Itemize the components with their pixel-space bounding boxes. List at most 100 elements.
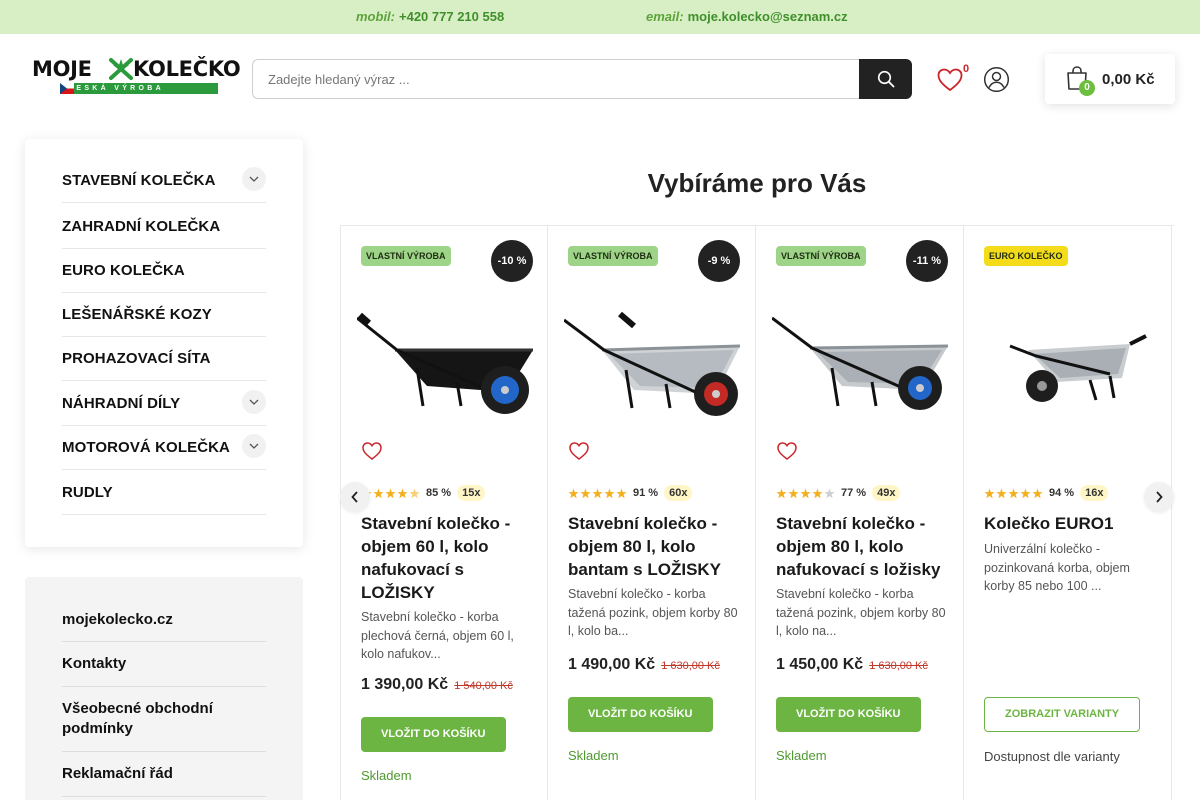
product-rating: 77 % 49x [776,484,901,502]
cart-count-badge: 0 [1079,80,1095,96]
sidebar-item-nahradni-dily[interactable]: NÁHRADNÍ DÍLY [62,382,266,426]
info-links-box: mojekolecko.cz Kontakty Všeobecné obchod… [25,577,303,800]
price-current: 1 450,00 Kč [776,656,864,673]
discount-badge: -9 % [698,240,740,282]
sidebar-item-zahradni-kolecka[interactable]: ZAHRADNÍ KOLEČKA [62,205,266,249]
info-link-terms[interactable]: Všeobecné obchodní podmínky [62,699,266,752]
favorite-heart-icon[interactable] [776,440,798,462]
star-icon [800,488,811,498]
category-label: STAVEBNÍ KOLEČKA [62,172,216,189]
search-button[interactable] [859,59,912,99]
star-icon [788,488,799,498]
product-description: Stavební kolečko - korba tažená pozink, … [568,587,738,638]
price-current: 1 490,00 Kč [568,656,656,673]
price-old: 1 630,00 Kč [661,660,720,672]
section-title: Vybíráme pro Vás [647,168,867,198]
product-card[interactable]: VLASTNÍ VÝROBA -10 % 85 % 15x Stavební k… [340,226,548,800]
star-icon [996,488,1007,498]
category-label: ZAHRADNÍ KOLEČKA [62,218,221,235]
sidebar-item-prohazovaci-sita[interactable]: PROHAZOVACÍ SÍTA [62,337,266,381]
category-label: RUDLY [62,484,113,501]
product-name[interactable]: Stavební kolečko - objem 60 l, kolo nafu… [361,512,537,604]
user-account-icon[interactable] [983,66,1010,93]
add-to-cart-button[interactable]: VLOŽIT DO KOŠÍKU [568,697,713,732]
favorite-heart-icon[interactable] [568,440,590,462]
product-card[interactable]: EURO KOLEČKO 94 % 16x Kolečko EURO1 Univ… [964,226,1172,800]
product-name[interactable]: Kolečko EURO1 [984,512,1160,535]
logo-word-kolecko: KOLEČKO [133,57,241,81]
sidebar-item-motorova-kolecka[interactable]: MOTOROVÁ KOLEČKA [62,426,266,470]
star-icon [373,488,384,498]
product-name[interactable]: Stavební kolečko - objem 80 l, kolo nafu… [776,512,952,581]
product-price: 1 490,00 Kč 1 630,00 Kč [568,656,720,674]
show-variants-button[interactable]: ZOBRAZIT VARIANTY [984,697,1141,732]
chevron-down-icon[interactable] [242,167,266,191]
product-tag: EURO KOLEČKO [984,246,1068,266]
wheelbarrow-galvanized-blue-wheel-icon[interactable] [772,306,948,416]
review-count: 60x [664,485,693,501]
sidebar-item-lesenarske-kozy[interactable]: LEŠENÁŘSKÉ KOZY [62,293,266,337]
czech-flag-icon [60,83,74,94]
info-link-label: Reklamační řád [62,765,173,782]
wishlist-count: 0 [963,63,970,75]
chevron-down-icon[interactable] [242,390,266,414]
price-old: 1 540,00 Kč [454,680,513,692]
product-tag: VLASTNÍ VÝROBA [568,246,658,266]
review-count: 16x [1080,485,1109,501]
site-logo[interactable]: MOJE KOLEČKO ČESKÁ VÝROBA [32,57,241,97]
product-card[interactable]: VLASTNÍ VÝROBA -9 % 91 % 60x Stavební ko… [548,226,756,800]
product-card[interactable]: VLASTNÍ VÝROBA -11 % 77 % 49x Stavební k… [756,226,964,800]
phone-number[interactable]: +420 777 210 558 [399,9,504,24]
sidebar-item-stavebni-kolecka[interactable]: STAVEBNÍ KOLEČKA [62,159,266,203]
add-to-cart-button[interactable]: VLOŽIT DO KOŠÍKU [361,717,506,752]
search-input[interactable] [252,59,860,99]
contact-bar: mobil: +420 777 210 558 email: moje.koleck… [0,0,1200,34]
cart-button[interactable]: 0 0,00 Kč [1045,54,1175,104]
sidebar-item-rudly[interactable]: RUDLY [62,471,266,515]
availability-status: Skladem [776,748,827,763]
discount-badge: -10 % [491,240,533,282]
logo-wheelbarrow-icon [109,58,133,80]
wheelbarrow-black-blue-wheel-icon[interactable] [357,306,533,416]
add-to-cart-button[interactable]: VLOŽIT DO KOŠÍKU [776,697,921,732]
product-rating: 94 % 16x [984,484,1109,502]
carousel-next-button[interactable] [1144,482,1174,512]
product-description: Stavební kolečko - korba tažená pozink, … [776,587,946,638]
product-price: 1 450,00 Kč 1 630,00 Kč [776,656,928,674]
info-link-label: Všeobecné obchodní podmínky [62,700,213,737]
availability-status: Dostupnost dle varianty [984,749,1120,764]
star-icon [592,488,603,498]
info-link-complaints[interactable]: Reklamační řád [62,764,266,797]
star-icon [812,488,823,498]
category-label: PROHAZOVACÍ SÍTA [62,350,211,367]
email-contact[interactable]: email: moje.kolecko@seznam.cz [646,9,848,24]
info-link-label: mojekolecko.cz [62,611,173,628]
rating-percent: 91 % [633,487,659,499]
product-description: Stavební kolečko - korba plechová černá,… [361,610,514,661]
star-icon [385,488,396,498]
wheelbarrow-euro-galvanized-icon[interactable] [980,306,1156,416]
wishlist-heart-icon[interactable] [936,66,964,94]
email-address[interactable]: moje.kolecko@seznam.cz [688,9,848,24]
product-price: 1 390,00 Kč 1 540,00 Kč [361,676,513,694]
rating-stars-icon [984,488,1043,499]
product-name[interactable]: Stavební kolečko - objem 80 l, kolo bant… [568,512,744,581]
star-icon [824,488,835,498]
availability-status: Skladem [361,768,412,783]
wheelbarrow-galvanized-red-wheel-icon[interactable] [564,306,740,416]
star-icon [1008,488,1019,498]
sidebar-item-euro-kolecka[interactable]: EURO KOLEČKA [62,249,266,293]
chevron-left-icon [351,491,358,503]
phone-contact[interactable]: mobil: +420 777 210 558 [356,9,504,24]
chevron-down-icon[interactable] [242,434,266,458]
info-link-home[interactable]: mojekolecko.cz [62,610,266,642]
favorite-heart-icon[interactable] [361,440,383,462]
carousel-prev-button[interactable] [340,482,370,512]
info-link-label: Kontakty [62,655,127,672]
star-icon [1020,488,1031,498]
category-label: MOTOROVÁ KOLEČKA [62,439,230,456]
star-icon [776,488,787,498]
info-link-contacts[interactable]: Kontakty [62,654,266,687]
rating-percent: 77 % [841,487,867,499]
product-description: Univerzální kolečko - pozinkovaná korba,… [984,542,1130,593]
